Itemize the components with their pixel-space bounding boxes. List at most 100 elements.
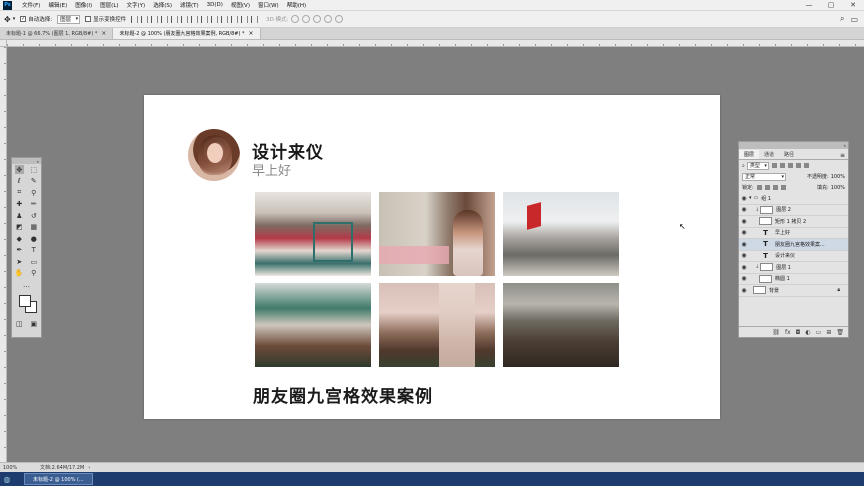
fill-input[interactable]: 100% bbox=[831, 185, 845, 191]
menu-edit[interactable]: 编辑(E) bbox=[44, 1, 71, 9]
document-size[interactable]: 文档:2.64M/17.2M bbox=[32, 464, 84, 471]
distribute-right-icon[interactable] bbox=[241, 15, 249, 23]
menu-window[interactable]: 窗口(W) bbox=[254, 1, 283, 9]
align-left-icon[interactable] bbox=[161, 15, 169, 23]
align-right-icon[interactable] bbox=[181, 15, 189, 23]
menu-help[interactable]: 帮助(H) bbox=[283, 1, 310, 9]
screen-mode-icon[interactable]: ▣ bbox=[29, 320, 38, 329]
hand-tool-icon[interactable]: ✋ bbox=[15, 269, 24, 278]
layer-row[interactable]: ◉ T 早上好 bbox=[739, 228, 848, 239]
align-top-icon[interactable] bbox=[131, 15, 139, 23]
horizontal-ruler[interactable] bbox=[7, 40, 864, 47]
layer-row[interactable]: ◉ ↓ 图层 1 bbox=[739, 262, 848, 274]
eye-icon[interactable]: ◉ bbox=[739, 206, 749, 213]
layer-row[interactable]: ◉ 矩形 1 拷贝 2 bbox=[739, 216, 848, 228]
eraser-tool-icon[interactable]: ◩ bbox=[15, 223, 24, 232]
photoshop-logo-icon[interactable]: Ps bbox=[3, 0, 12, 10]
maximize-button[interactable]: ▢ bbox=[820, 0, 842, 11]
lock-icon[interactable]: 🔒︎ bbox=[837, 287, 840, 293]
brush-tool-icon[interactable]: ✏ bbox=[29, 200, 38, 209]
collapse-icon[interactable]: « bbox=[844, 143, 846, 148]
lock-all-icon[interactable] bbox=[780, 185, 786, 190]
blend-mode-dropdown[interactable]: 正常 bbox=[742, 172, 786, 181]
quick-select-tool-icon[interactable]: ✎ bbox=[29, 177, 38, 186]
filter-smart-icon[interactable] bbox=[803, 163, 809, 168]
link-layers-icon[interactable]: ⛓ bbox=[772, 329, 780, 336]
menu-view[interactable]: 视图(V) bbox=[227, 1, 254, 9]
rotate-3d-icon[interactable] bbox=[291, 15, 300, 23]
search-icon[interactable]: ⌕ bbox=[840, 14, 844, 24]
menu-layer[interactable]: 图层(L) bbox=[96, 1, 122, 9]
auto-align-icon[interactable] bbox=[251, 15, 259, 23]
path-select-tool-icon[interactable]: ➤ bbox=[15, 257, 24, 266]
tab-paths[interactable]: 路径 bbox=[779, 150, 799, 159]
layer-row[interactable]: ◉ 椭圆 1 bbox=[739, 274, 848, 285]
lasso-tool-icon[interactable]: ℓ bbox=[15, 177, 24, 186]
close-button[interactable]: ✕ bbox=[842, 0, 864, 11]
crop-tool-icon[interactable]: ⌗ bbox=[15, 188, 24, 197]
layer-row[interactable]: ◉ ▾ ▭ 组 1 bbox=[739, 193, 848, 205]
lock-position-icon[interactable] bbox=[772, 185, 778, 190]
move-tool-preset[interactable]: ✥ ▾ bbox=[4, 15, 15, 24]
filter-kind-dropdown[interactable]: 类型 bbox=[746, 161, 769, 170]
gradient-tool-icon[interactable]: ▦ bbox=[29, 223, 38, 232]
align-vcenter-icon[interactable] bbox=[141, 15, 149, 23]
eye-icon[interactable]: ◉ bbox=[739, 275, 749, 282]
layer-row[interactable]: ◉ ↓ 图层 2 bbox=[739, 205, 848, 216]
opacity-input[interactable]: 100% bbox=[831, 174, 845, 180]
layer-row-selected[interactable]: ◉ T 朋友圈九宫格效果案... bbox=[739, 239, 848, 251]
eye-icon[interactable]: ◉ bbox=[739, 218, 749, 225]
more-tools-icon[interactable]: … bbox=[22, 280, 31, 289]
chevron-right-icon[interactable]: › bbox=[88, 465, 90, 471]
auto-select-dropdown[interactable]: 图层 bbox=[57, 14, 81, 24]
workspace-icon[interactable]: ▭ bbox=[850, 15, 858, 24]
distribute-bottom-icon[interactable] bbox=[211, 15, 219, 23]
menu-type[interactable]: 文字(Y) bbox=[123, 1, 150, 9]
tab-channels[interactable]: 通道 bbox=[759, 150, 779, 159]
transform-controls-checkbox[interactable]: 显示变换控件 bbox=[85, 15, 126, 23]
lock-image-icon[interactable] bbox=[764, 185, 770, 190]
auto-select-check[interactable]: ✓ bbox=[20, 16, 27, 22]
blur-tool-icon[interactable]: ◆ bbox=[15, 234, 24, 243]
filter-pixel-icon[interactable] bbox=[771, 163, 777, 168]
layer-row[interactable]: ◉ T 设计来仪 bbox=[739, 251, 848, 262]
zoom-level[interactable]: 100% bbox=[0, 465, 32, 471]
roll-3d-icon[interactable] bbox=[302, 15, 311, 23]
menu-image[interactable]: 图像(I) bbox=[71, 1, 96, 9]
eye-icon[interactable]: ◉ bbox=[739, 241, 749, 248]
rectangle-tool-icon[interactable]: ▭ bbox=[29, 257, 38, 266]
zoom-tool-icon[interactable]: ⚲ bbox=[29, 269, 38, 278]
eye-icon[interactable]: ◉ bbox=[739, 287, 749, 294]
history-brush-tool-icon[interactable]: ↺ bbox=[29, 211, 38, 220]
lock-transparent-icon[interactable] bbox=[756, 185, 762, 190]
minimize-button[interactable]: — bbox=[798, 0, 820, 11]
eyedropper-tool-icon[interactable]: ⚲ bbox=[29, 188, 38, 197]
transform-controls-check[interactable] bbox=[85, 16, 92, 22]
menu-3d[interactable]: 3D(D) bbox=[203, 2, 227, 8]
move-tool-icon[interactable]: ✥ bbox=[14, 165, 24, 175]
marquee-tool-icon[interactable]: ⬚ bbox=[29, 165, 38, 174]
distribute-left-icon[interactable] bbox=[221, 15, 229, 23]
tab-document-2[interactable]: 未标题-2 @ 100% (朋友圈九宫格效果案例, RGB/8#) * × bbox=[113, 28, 261, 39]
trash-icon[interactable]: 🗑︎ bbox=[836, 329, 844, 336]
layers-panel-header[interactable]: « bbox=[739, 142, 848, 149]
layer-row[interactable]: ◉ 背景 🔒︎ bbox=[739, 285, 848, 297]
eye-icon[interactable]: ◉ bbox=[739, 252, 749, 259]
tab-document-1[interactable]: 未标题-1 @ 66.7% (图层 1, RGB/8#) * × bbox=[0, 28, 114, 39]
distribute-top-icon[interactable] bbox=[191, 15, 199, 23]
slide-3d-icon[interactable] bbox=[324, 15, 333, 23]
ruler-corner[interactable] bbox=[0, 40, 7, 47]
document-canvas[interactable]: 设计来仪 早上好 朋友圈九宫格效果案例 bbox=[144, 95, 720, 419]
scale-3d-icon[interactable] bbox=[335, 15, 344, 23]
taskbar-photoshop-item[interactable]: 未标题-2 @ 100% (... bbox=[24, 473, 93, 485]
align-bottom-icon[interactable] bbox=[151, 15, 159, 23]
distribute-vcenter-icon[interactable] bbox=[201, 15, 209, 23]
auto-select-checkbox[interactable]: ✓ 自动选择: bbox=[20, 15, 52, 23]
start-button-icon[interactable]: ◍ bbox=[0, 472, 14, 486]
tab-layers[interactable]: 图层 bbox=[739, 150, 760, 159]
new-layer-icon[interactable]: ⊞ bbox=[826, 329, 831, 336]
adjustment-layer-icon[interactable]: ◐ bbox=[805, 329, 810, 336]
filter-adjust-icon[interactable] bbox=[779, 163, 785, 168]
quick-mask-icon[interactable]: ◫ bbox=[15, 320, 24, 329]
close-icon[interactable]: × bbox=[101, 30, 106, 37]
